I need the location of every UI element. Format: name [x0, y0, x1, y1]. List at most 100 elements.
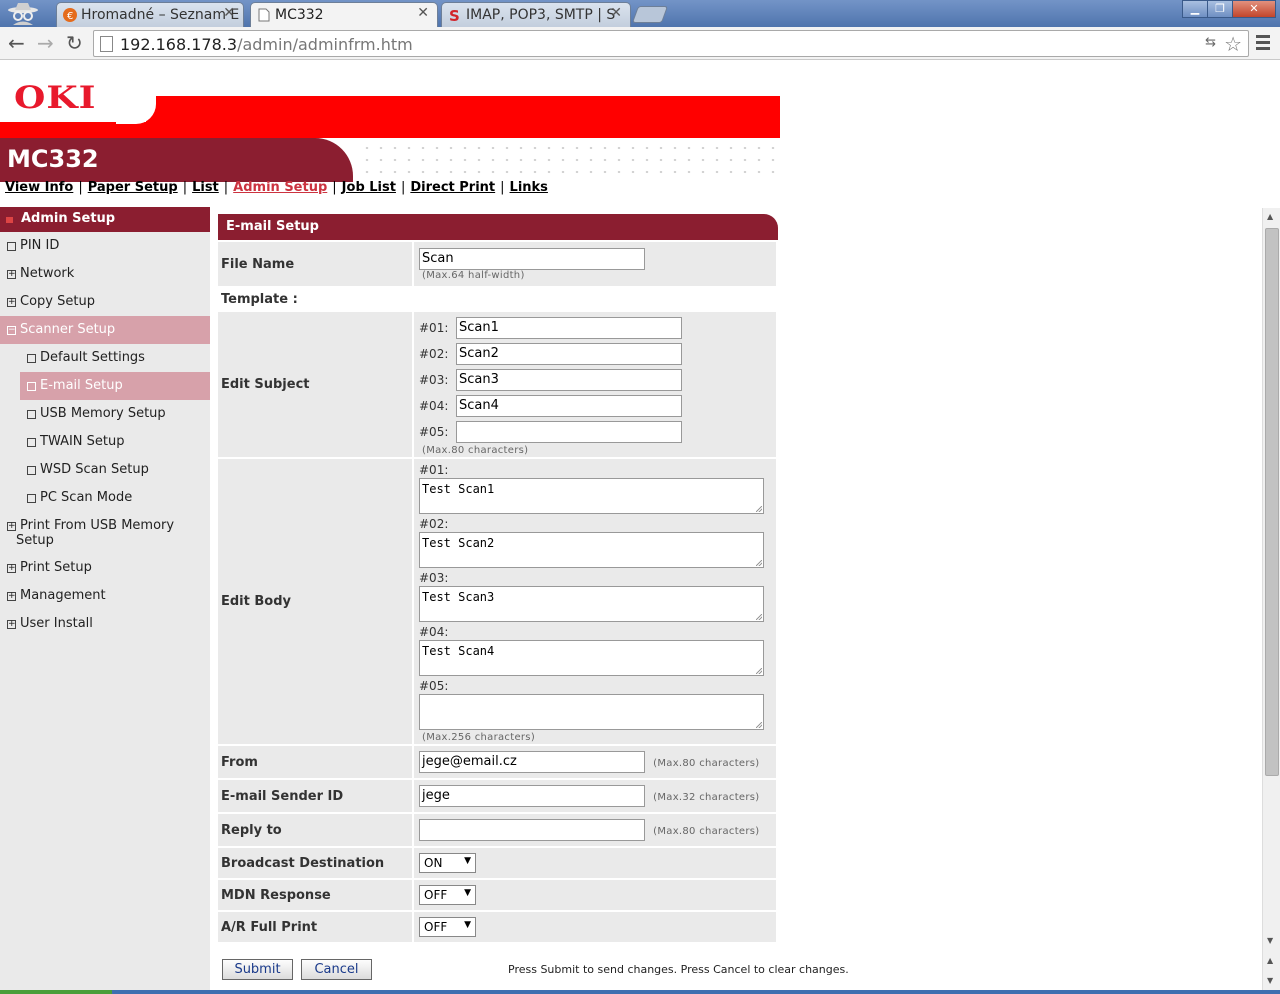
- ar-full-print-cell: OFF ▼: [414, 912, 776, 942]
- nav-separator: |: [400, 180, 406, 195]
- sidebar-item-twain-setup[interactable]: TWAIN Setup: [0, 428, 210, 456]
- edit-subject-cell: #01: Scan1 #02: Scan2 #03: Scan3 #04: Scan4 …: [414, 312, 776, 457]
- cancel-button[interactable]: Cancel: [301, 959, 372, 980]
- address-bar[interactable]: 192.168.178.3/admin/adminfrm.htm ⇆ ☆: [93, 30, 1249, 57]
- nav-separator: |: [182, 180, 188, 195]
- minimize-button[interactable]: ▁: [1182, 0, 1208, 18]
- chrome-menu-icon[interactable]: [1256, 35, 1270, 53]
- taskbar-strip: [0, 990, 1280, 994]
- expand-plus-icon: +: [7, 619, 16, 629]
- dropdown-arrow-icon: ▼: [464, 888, 471, 898]
- vertical-scrollbar[interactable]: ▲ ▼ ▲ ▼: [1262, 208, 1280, 990]
- back-arrow-icon[interactable]: ←: [8, 33, 25, 53]
- submit-button[interactable]: Submit: [222, 959, 293, 980]
- sidebar-item-label: Print From USB Memory: [20, 518, 175, 533]
- action-message: Press Submit to send changes. Press Canc…: [508, 963, 849, 976]
- body-textarea-3[interactable]: Test Scan3: [419, 586, 764, 622]
- collapsed-box-icon: [27, 410, 36, 419]
- nav-separator: |: [78, 180, 83, 195]
- body-textarea-4[interactable]: Test Scan4: [419, 640, 764, 676]
- mdn-select[interactable]: OFF ▼: [419, 885, 476, 905]
- sidebar-item-label: Print Setup: [20, 560, 92, 575]
- subject-hint: (Max.80 characters): [422, 445, 529, 456]
- scroll-down-arrow-icon[interactable]: ▼: [1267, 936, 1273, 945]
- subject-number: #03:: [419, 373, 449, 387]
- sidebar-item-print-from-usb[interactable]: + Print From USB Memory Setup: [0, 512, 210, 554]
- subject-input-4[interactable]: Scan4: [456, 395, 682, 417]
- sidebar-item-default-settings[interactable]: Default Settings: [0, 344, 210, 372]
- tab-hromadne[interactable]: € Hromadné – Seznam E ✕: [56, 2, 244, 27]
- nav-separator: |: [332, 180, 337, 195]
- subject-input-3[interactable]: Scan3: [456, 369, 682, 391]
- s-favicon-icon: S: [449, 8, 460, 22]
- subject-number: #01:: [419, 321, 449, 335]
- nav-separator: |: [500, 180, 505, 195]
- forward-arrow-icon[interactable]: →: [37, 33, 54, 53]
- nav-admin-setup[interactable]: Admin Setup: [233, 180, 327, 195]
- panel-title: E-mail Setup: [218, 214, 778, 240]
- sidebar-item-pin-id[interactable]: PIN ID: [0, 232, 210, 260]
- subject-row: #03: Scan3: [419, 367, 771, 393]
- sidebar-item-management[interactable]: + Management: [0, 582, 210, 610]
- sidebar-item-pc-scan-mode[interactable]: PC Scan Mode: [0, 484, 210, 512]
- sender-id-input[interactable]: jege: [419, 785, 645, 807]
- collapsed-box-icon: [27, 354, 36, 363]
- header-red-bar: [146, 96, 780, 138]
- incognito-icon: [8, 3, 38, 25]
- broadcast-select[interactable]: ON ▼: [419, 853, 476, 873]
- nav-job-list[interactable]: Job List: [342, 180, 396, 195]
- sidebar-item-print-setup[interactable]: + Print Setup: [0, 554, 210, 582]
- body-textarea-1[interactable]: Test Scan1: [419, 478, 764, 514]
- tab-title: Hromadné – Seznam E: [81, 7, 240, 23]
- sidebar-item-copy-setup[interactable]: + Copy Setup: [0, 288, 210, 316]
- sidebar-item-usb-memory-setup[interactable]: USB Memory Setup: [0, 400, 210, 428]
- collapsed-box-icon: [27, 494, 36, 503]
- subject-input-1[interactable]: Scan1: [456, 317, 682, 339]
- body-number: #04:: [419, 625, 449, 639]
- maximize-button[interactable]: ❐: [1207, 0, 1233, 18]
- nav-view-info[interactable]: View Info: [5, 180, 73, 195]
- sidebar-item-network[interactable]: + Network: [0, 260, 210, 288]
- nav-direct-print[interactable]: Direct Print: [410, 180, 495, 195]
- subject-input-2[interactable]: Scan2: [456, 343, 682, 365]
- body-textarea-2[interactable]: Test Scan2: [419, 532, 764, 568]
- body-textarea-5[interactable]: [419, 694, 764, 730]
- sidebar-item-email-setup[interactable]: E-mail Setup: [20, 372, 210, 400]
- translate-icon[interactable]: ⇆: [1205, 35, 1216, 50]
- reload-icon[interactable]: ↻: [66, 33, 83, 53]
- scrollbar-thumb[interactable]: [1265, 228, 1279, 776]
- dot-pattern: [360, 142, 780, 178]
- tab-mc332[interactable]: MC332 ✕: [250, 2, 438, 27]
- new-tab-button[interactable]: [631, 6, 669, 23]
- close-tab-icon[interactable]: ✕: [610, 5, 622, 21]
- edit-body-cell: #01: Test Scan1 #02: Test Scan2 #03: Tes…: [414, 459, 776, 744]
- scroll-down-arrow-icon[interactable]: ▼: [1267, 976, 1273, 985]
- sidebar-item-wsd-scan-setup[interactable]: WSD Scan Setup: [0, 456, 210, 484]
- nav-links[interactable]: Links: [510, 180, 548, 195]
- sidebar-item-user-install[interactable]: + User Install: [0, 610, 210, 638]
- close-window-button[interactable]: ✕: [1232, 0, 1276, 18]
- sidebar-item-label: Copy Setup: [20, 294, 95, 309]
- nav-list[interactable]: List: [192, 180, 219, 195]
- sidebar-item-scanner-setup[interactable]: − Scanner Setup: [0, 316, 210, 344]
- subject-number: #05:: [419, 425, 449, 439]
- subject-input-5[interactable]: [456, 421, 682, 443]
- page-favicon-icon: [258, 8, 270, 22]
- close-tab-icon[interactable]: ✕: [417, 5, 429, 21]
- collapsed-box-icon: [27, 382, 36, 391]
- subject-number: #02:: [419, 347, 449, 361]
- reply-to-input[interactable]: [419, 819, 645, 841]
- tab-imap[interactable]: S IMAP, POP3, SMTP | S ✕: [441, 2, 631, 27]
- scroll-up-arrow-icon[interactable]: ▲: [1267, 956, 1273, 965]
- nav-paper-setup[interactable]: Paper Setup: [88, 180, 178, 195]
- scroll-up-arrow-icon[interactable]: ▲: [1267, 212, 1273, 221]
- from-label: From: [218, 746, 412, 778]
- file-name-input[interactable]: Scan: [419, 247, 645, 270]
- subject-row: #05:: [419, 419, 771, 445]
- from-input[interactable]: jege@email.cz: [419, 751, 645, 773]
- sidebar-item-label: TWAIN Setup: [40, 434, 125, 449]
- edit-subject-label: Edit Subject: [218, 312, 412, 457]
- close-tab-icon[interactable]: ✕: [223, 5, 235, 21]
- ar-full-print-select[interactable]: OFF ▼: [419, 917, 476, 937]
- bookmark-star-icon[interactable]: ☆: [1224, 32, 1242, 56]
